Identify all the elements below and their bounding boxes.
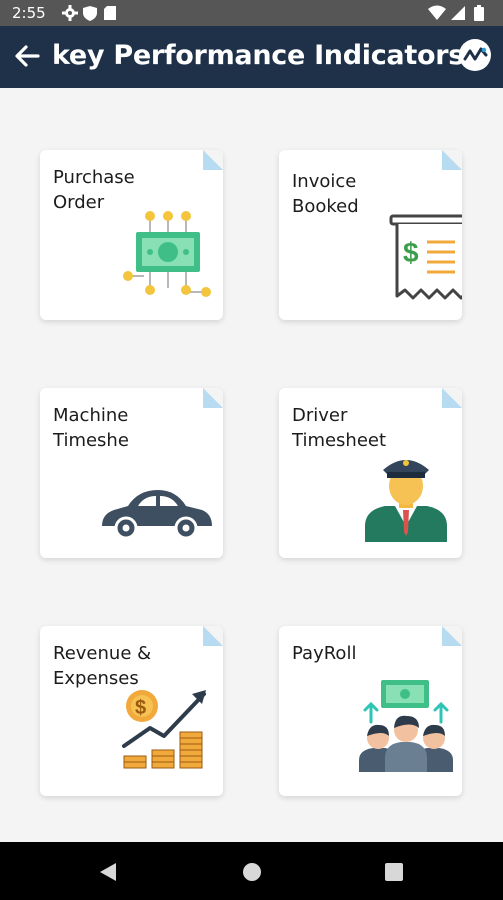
back-arrow-icon[interactable] <box>14 44 40 73</box>
kpi-card-machine-timesheet[interactable]: Machine Timeshe <box>40 388 223 558</box>
car-icon <box>102 490 212 540</box>
wifi-icon <box>428 5 446 20</box>
card-fold <box>203 626 223 646</box>
revenue-growth-icon: $ <box>122 690 206 769</box>
status-icons-left <box>62 4 132 27</box>
svg-text:$: $ <box>135 697 146 719</box>
shield-icon <box>83 6 97 21</box>
driver-icon <box>365 460 447 542</box>
status-time: 2:55 <box>12 4 46 22</box>
card-title: PayRoll <box>292 643 357 664</box>
kpi-card-purchase-order[interactable]: Purchase Order <box>40 150 223 320</box>
kpi-card-payroll[interactable]: PayRoll <box>279 626 462 796</box>
app-bar: key Performance Indicators <box>0 26 503 88</box>
card-title: Invoice Booked <box>292 171 359 217</box>
card-title: Machine Timeshe <box>53 405 129 451</box>
payroll-people-icon <box>359 680 453 772</box>
home-circle-icon[interactable] <box>241 861 263 888</box>
card-title: Revenue & Expenses <box>53 643 152 689</box>
kpi-card-revenue-expenses[interactable]: Revenue & Expenses $ <box>40 626 223 796</box>
sd-card-icon <box>104 6 116 20</box>
card-fold <box>442 388 462 408</box>
status-bar: 2:55 <box>0 0 503 26</box>
recents-square-icon[interactable] <box>383 861 405 888</box>
status-icons-right <box>427 4 493 27</box>
card-fold <box>203 150 223 170</box>
kpi-card-invoice-booked[interactable]: Invoice Booked $ <box>279 150 462 320</box>
page-title: key Performance Indicators <box>52 40 464 71</box>
system-nav-bar <box>0 842 503 900</box>
receipt-icon: $ <box>389 214 462 300</box>
signal-icon <box>451 6 465 20</box>
battery-icon <box>474 5 484 21</box>
kpi-card-driver-timesheet[interactable]: Driver Timesheet <box>279 388 462 558</box>
card-fold <box>203 388 223 408</box>
settings-gear-icon <box>62 5 78 21</box>
card-fold <box>442 626 462 646</box>
money-circuit-icon <box>123 211 211 297</box>
back-triangle-icon[interactable] <box>97 861 119 888</box>
svg-text:$: $ <box>403 237 419 268</box>
card-fold <box>442 150 462 170</box>
app-logo-icon <box>459 39 491 71</box>
card-title: Driver Timesheet <box>292 405 387 451</box>
